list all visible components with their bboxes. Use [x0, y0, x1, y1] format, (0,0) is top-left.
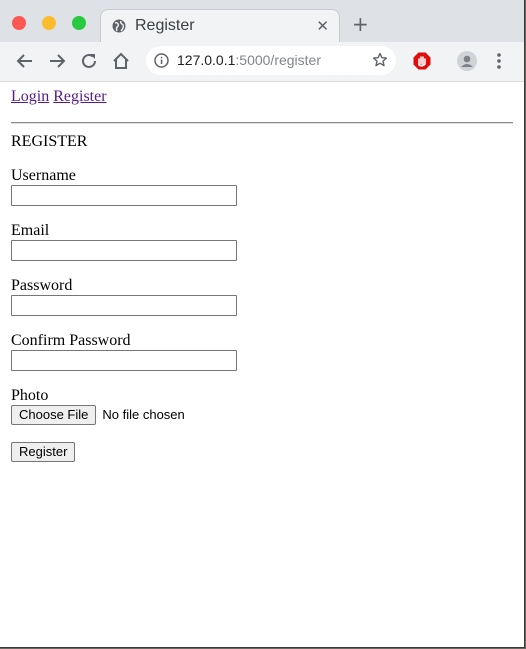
minimize-window-button[interactable] [42, 16, 56, 30]
globe-icon [112, 19, 126, 33]
top-nav: Login Register [11, 88, 107, 106]
close-window-button[interactable] [12, 16, 26, 30]
reload-icon[interactable] [78, 50, 100, 72]
password-label: Password [11, 277, 73, 294]
confirm-password-field[interactable] [11, 350, 237, 371]
confirm-password-label: Confirm Password [11, 332, 131, 349]
username-field[interactable] [11, 185, 237, 206]
new-tab-icon[interactable]: + [352, 12, 369, 36]
divider [11, 122, 513, 124]
address-bar[interactable]: 127.0.0.1:5000/register [146, 46, 396, 75]
choose-file-button[interactable]: Choose File [11, 405, 97, 425]
browser-toolbar: 127.0.0.1:5000/register [0, 42, 524, 82]
maximize-window-button[interactable] [72, 16, 86, 30]
login-link[interactable]: Login [11, 88, 49, 105]
email-field[interactable] [11, 240, 237, 261]
register-link[interactable]: Register [53, 88, 106, 105]
page-content: Login Register REGISTER Username Email P… [0, 82, 524, 647]
tab-strip: Register ✕ + [0, 0, 524, 43]
more-menu-icon[interactable] [494, 52, 504, 70]
profile-avatar-icon[interactable] [457, 51, 477, 71]
photo-label: Photo [11, 387, 49, 404]
tab-register[interactable]: Register ✕ [100, 9, 340, 43]
forward-icon[interactable] [46, 50, 68, 72]
home-icon[interactable] [110, 50, 132, 72]
url-host: 127.0.0.1 [177, 52, 236, 68]
adblock-extension-icon[interactable] [413, 52, 431, 70]
page-title: REGISTER [11, 133, 88, 150]
url-path: :5000/register [235, 52, 321, 68]
password-field[interactable] [11, 295, 237, 316]
close-tab-icon[interactable]: ✕ [316, 17, 329, 35]
tab-title: Register [135, 17, 195, 34]
photo-file-input: Choose File No file chosen [11, 405, 185, 425]
browser-window: Register ✕ + 127.0.0.1:5000/register Log… [0, 0, 525, 648]
register-submit-button[interactable]: Register [11, 442, 76, 462]
file-status-text: No file chosen [102, 407, 185, 422]
bookmark-star-icon[interactable] [372, 52, 388, 68]
email-label: Email [11, 222, 50, 239]
info-icon[interactable] [154, 53, 169, 68]
username-label: Username [11, 167, 76, 184]
url-text[interactable]: 127.0.0.1:5000/register [177, 52, 321, 68]
submit-row: Register [11, 442, 76, 462]
back-icon[interactable] [14, 50, 36, 72]
